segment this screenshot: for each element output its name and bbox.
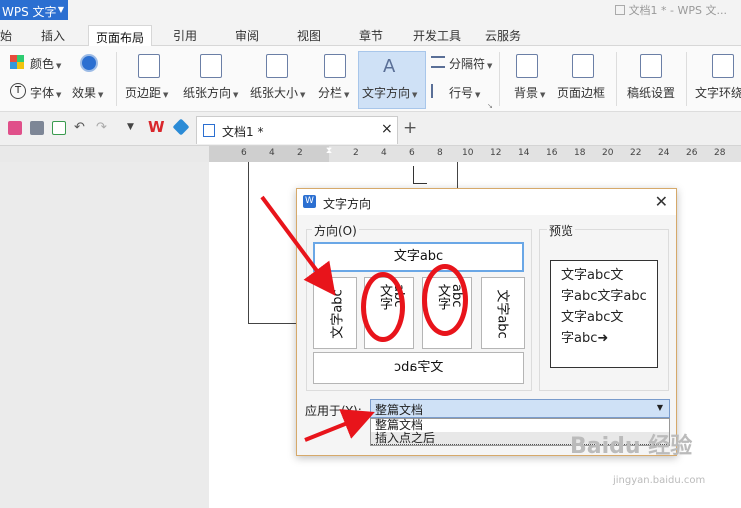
- baidu-watermark-url: jingyan.baidu.com: [613, 475, 706, 486]
- annotation-arrow: [304, 409, 375, 442]
- annotation-arrow: [260, 195, 336, 296]
- baidu-watermark: Baidu 经验: [570, 434, 693, 459]
